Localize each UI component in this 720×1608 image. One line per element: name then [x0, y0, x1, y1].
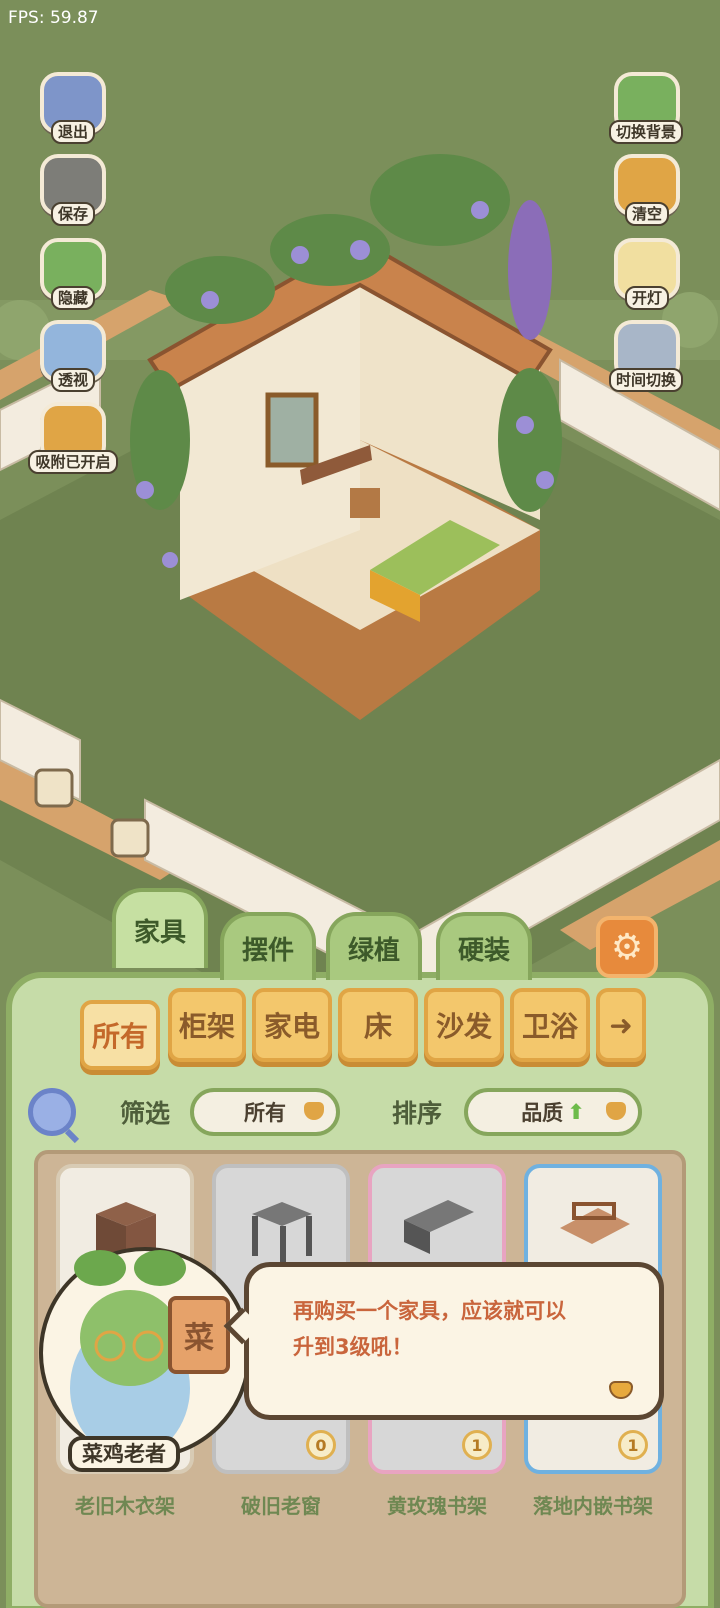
time-switch-label: 时间切换: [608, 368, 683, 392]
filter-label: 筛选: [120, 1099, 171, 1128]
switch-background-label: 切换背景: [608, 120, 683, 144]
item-count: 0: [306, 1430, 336, 1460]
item-name: 黄玫瑰书架: [387, 1494, 487, 1518]
switch-background-button[interactable]: 切换背景: [606, 70, 686, 144]
arrow-up-icon: ⬆: [567, 1100, 585, 1124]
time-switch-button[interactable]: 时间切换: [604, 318, 688, 392]
tab-hard-decor[interactable]: 硬装: [436, 912, 532, 980]
save-button[interactable]: 保存: [36, 152, 110, 226]
dialog-line: 升到3级吼！: [293, 1335, 413, 1359]
npc-name: 菜鸡老者: [68, 1436, 180, 1472]
perspective-label: 透视: [50, 368, 95, 392]
sort-dropdown[interactable]: 品质 ⬆: [464, 1088, 642, 1136]
next-arrow-icon[interactable]: [609, 1381, 633, 1399]
tab-plants[interactable]: 绿植: [326, 912, 422, 980]
item-count: 1: [462, 1430, 492, 1460]
tab-decorations[interactable]: 摆件: [220, 912, 316, 980]
item-name: 老旧木衣架: [75, 1494, 175, 1518]
category-all[interactable]: 所有: [80, 1000, 160, 1070]
book-label: 菜: [184, 1321, 214, 1356]
hide-label: 隐藏: [50, 286, 95, 310]
category-beds[interactable]: 床: [338, 988, 418, 1062]
search-button[interactable]: [28, 1088, 76, 1136]
light-button[interactable]: 开灯: [610, 236, 684, 310]
chevron-down-icon: [304, 1102, 324, 1120]
light-label: 开灯: [624, 286, 669, 310]
filter-dropdown[interactable]: 所有: [190, 1088, 340, 1136]
snap-label: 吸附已开启: [28, 450, 118, 474]
clear-button[interactable]: 清空: [610, 152, 684, 226]
category-next-button[interactable]: ➜: [596, 988, 646, 1062]
clear-label: 清空: [624, 202, 669, 226]
item-name: 落地内嵌书架: [533, 1494, 653, 1518]
hide-button[interactable]: 隐藏: [36, 236, 110, 310]
npc-portrait: 菜: [39, 1247, 251, 1459]
dialog-bubble[interactable]: 再购买一个家具，应该就可以 升到3级吼！: [223, 1262, 664, 1420]
exit-button[interactable]: 退出: [36, 70, 110, 144]
arrow-right-icon: ➜: [609, 1008, 633, 1042]
item-count: 1: [618, 1430, 648, 1460]
fps-counter: FPS: 59.87: [8, 8, 99, 28]
item-name: 破旧老窗: [241, 1494, 321, 1518]
category-appliances[interactable]: 家电: [252, 988, 332, 1062]
exit-label: 退出: [50, 120, 95, 144]
gear-icon: ⚙: [610, 926, 644, 968]
category-bathroom[interactable]: 卫浴: [510, 988, 590, 1062]
category-sofas[interactable]: 沙发: [424, 988, 504, 1062]
settings-button[interactable]: ⚙: [596, 916, 658, 978]
sort-value: 品质: [521, 1101, 564, 1125]
window-icon: [265, 392, 319, 468]
snap-toggle-button[interactable]: 吸附已开启: [28, 400, 118, 474]
tab-furniture[interactable]: 家具: [112, 888, 208, 968]
filter-value: 所有: [244, 1101, 286, 1125]
dialog-line: 再购买一个家具，应该就可以: [293, 1299, 566, 1323]
mailbox-icon: [110, 818, 150, 858]
mailbox-icon: [34, 768, 74, 808]
category-shelves[interactable]: 柜架: [168, 988, 246, 1062]
save-label: 保存: [50, 202, 95, 226]
perspective-button[interactable]: 透视: [36, 318, 110, 392]
sort-label: 排序: [392, 1099, 443, 1128]
chevron-down-icon: [606, 1102, 626, 1120]
